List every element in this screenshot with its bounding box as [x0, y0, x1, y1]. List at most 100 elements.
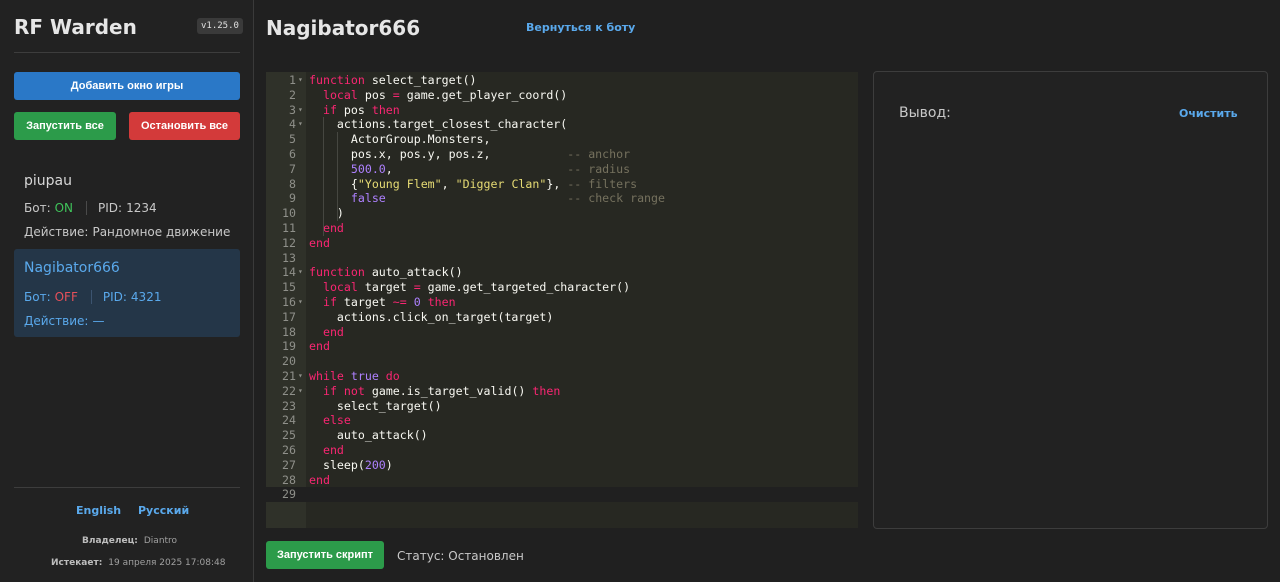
owner-info: Владелец: Diantro: [82, 536, 177, 546]
line-number: 20: [282, 354, 296, 369]
sidebar-divider: [14, 487, 240, 488]
code-line[interactable]: 6 pos.x, pos.y, pos.z, -- anchor: [266, 147, 858, 162]
code-text: end: [322, 221, 344, 235]
code-text: if pos then: [322, 102, 400, 117]
run-script-button[interactable]: Запустить скрипт: [266, 541, 384, 569]
client-item-nagibator666[interactable]: Nagibator666 Бот: OFF PID: 4321 Действие…: [14, 249, 240, 337]
code-line[interactable]: 19 end: [266, 339, 858, 354]
code-text: if not game.is_target_valid() then: [322, 383, 561, 398]
fold-toggle-icon[interactable]: ▾: [298, 295, 303, 310]
code-line[interactable]: 14 ▾ function auto_attack(): [266, 265, 858, 280]
code-line[interactable]: 23 select_target(): [266, 399, 858, 414]
fold-toggle-icon[interactable]: ▾: [298, 369, 303, 384]
output-label: Вывод:: [899, 105, 951, 121]
code-line[interactable]: 10 ): [266, 206, 858, 221]
code-line[interactable]: 24 else: [266, 413, 858, 428]
indent-guide: [322, 117, 324, 236]
code-editor[interactable]: 1 ▾ function select_target() 2 local pos = …: [266, 72, 858, 528]
add-game-window-button[interactable]: Добавить окно игры: [14, 72, 240, 100]
code-line[interactable]: 5 ActorGroup.Monsters,: [266, 132, 858, 147]
app-title: RF Warden: [14, 15, 137, 39]
fold-toggle-icon[interactable]: ▾: [298, 265, 303, 280]
code-line[interactable]: 21 ▾ while true do: [266, 369, 858, 384]
code-text: function auto_attack(): [309, 265, 463, 280]
line-number: 29: [282, 487, 296, 502]
script-status: Статус: Остановлен: [397, 549, 524, 563]
code-line[interactable]: 12 end: [266, 236, 858, 251]
code-text: pos.x, pos.y, pos.z, -- anchor: [309, 147, 631, 161]
code-line[interactable]: 11 end: [266, 221, 858, 236]
code-line[interactable]: 18 end: [266, 325, 858, 340]
pid-label: PID:: [102, 290, 127, 304]
line-number: 27: [282, 457, 296, 472]
owner-label: Владелец:: [82, 536, 138, 546]
code-line[interactable]: 8 {"Young Flem", "Digger Clan"}, -- filt…: [266, 177, 858, 192]
pid-label: PID:: [98, 201, 123, 215]
action-label: Действие:: [24, 225, 89, 239]
code-line[interactable]: 2 local pos = game.get_player_coord(): [266, 88, 858, 103]
line-number: 13: [282, 250, 296, 265]
code-text: else: [322, 413, 351, 428]
code-line[interactable]: 25 auto_attack(): [266, 428, 858, 443]
fold-toggle-icon[interactable]: ▾: [298, 103, 303, 118]
language-english-link[interactable]: English: [76, 504, 121, 517]
line-number: 5: [289, 132, 296, 147]
clear-output-button[interactable]: Очистить: [1179, 107, 1238, 120]
code-line[interactable]: 17 actions.click_on_target(target): [266, 310, 858, 325]
sidebar-divider: [14, 52, 240, 53]
fold-toggle-icon[interactable]: ▾: [298, 73, 303, 88]
code-line[interactable]: 20: [266, 354, 858, 369]
code-line[interactable]: 27 sleep(200): [266, 458, 858, 473]
code-line[interactable]: 28 end: [266, 473, 858, 488]
stop-all-button[interactable]: Остановить все: [129, 112, 240, 140]
expires-value: 19 апреля 2025 17:08:48: [108, 558, 226, 568]
language-russian-link[interactable]: Русский: [138, 504, 189, 517]
line-number: 4: [289, 117, 296, 132]
line-number: 8: [289, 176, 296, 191]
code-text: auto_attack(): [309, 428, 428, 443]
code-text: local pos = game.get_player_coord(): [322, 87, 568, 102]
owner-value: Diantro: [143, 536, 178, 546]
code-line[interactable]: 1 ▾ function select_target(): [266, 73, 858, 88]
client-item-piupau[interactable]: piupau Бот: ON PID: 1234 Действие: Рандо…: [14, 163, 240, 245]
code-line[interactable]: 7 500.0, -- radius: [266, 162, 858, 177]
code-line[interactable]: 15 local target = game.get_targeted_char…: [266, 280, 858, 295]
action-label: Действие:: [24, 314, 89, 328]
start-all-button[interactable]: Запустить все: [14, 112, 116, 140]
code-line[interactable]: 16 ▾ if target ~= 0 then: [266, 295, 858, 310]
bot-state-badge: OFF: [54, 290, 78, 304]
line-number: 25: [282, 428, 296, 443]
pid-value: 1234: [126, 201, 157, 215]
code-text: end: [309, 235, 330, 250]
line-number: 23: [282, 398, 296, 413]
line-number: 26: [282, 443, 296, 457]
code-text: select_target(): [309, 398, 442, 413]
code-text: false -- check range: [350, 191, 666, 206]
code-text: actions.click_on_target(target): [309, 309, 554, 324]
code-text: end: [309, 472, 330, 487]
code-text: ): [309, 206, 344, 221]
code-line[interactable]: 4 ▾ actions.target_closest_character(: [266, 117, 858, 132]
expires-info: Истекает: 19 апреля 2025 17:08:48: [51, 558, 225, 568]
code-line[interactable]: 26 end: [266, 443, 858, 458]
code-text: {"Young Flem", "Digger Clan"}, -- filter…: [309, 176, 638, 191]
code-line[interactable]: 29: [266, 487, 858, 503]
back-to-bot-link[interactable]: Вернуться к боту: [526, 21, 635, 34]
line-number: 28: [282, 472, 296, 487]
expires-label: Истекает:: [51, 558, 103, 568]
line-number: 24: [282, 413, 296, 428]
divider: [86, 201, 88, 215]
code-line[interactable]: 22 ▾ if not game.is_target_valid() then: [266, 384, 858, 399]
code-line[interactable]: 13: [266, 251, 858, 266]
bot-label: Бот:: [24, 201, 51, 215]
bot-state-badge: ON: [54, 201, 74, 215]
code-line[interactable]: 9 false -- check range: [266, 191, 858, 206]
client-action-row: Действие: Рандомное движение: [24, 225, 230, 239]
code-line[interactable]: 3 ▾ if pos then: [266, 103, 858, 118]
output-panel: Вывод: Очистить: [873, 71, 1268, 529]
code-text: function select_target(): [309, 73, 477, 87]
fold-toggle-icon[interactable]: ▾: [298, 384, 303, 399]
line-number: 10: [282, 206, 296, 221]
fold-toggle-icon[interactable]: ▾: [298, 117, 303, 132]
code-text: if target ~= 0 then: [322, 295, 456, 309]
